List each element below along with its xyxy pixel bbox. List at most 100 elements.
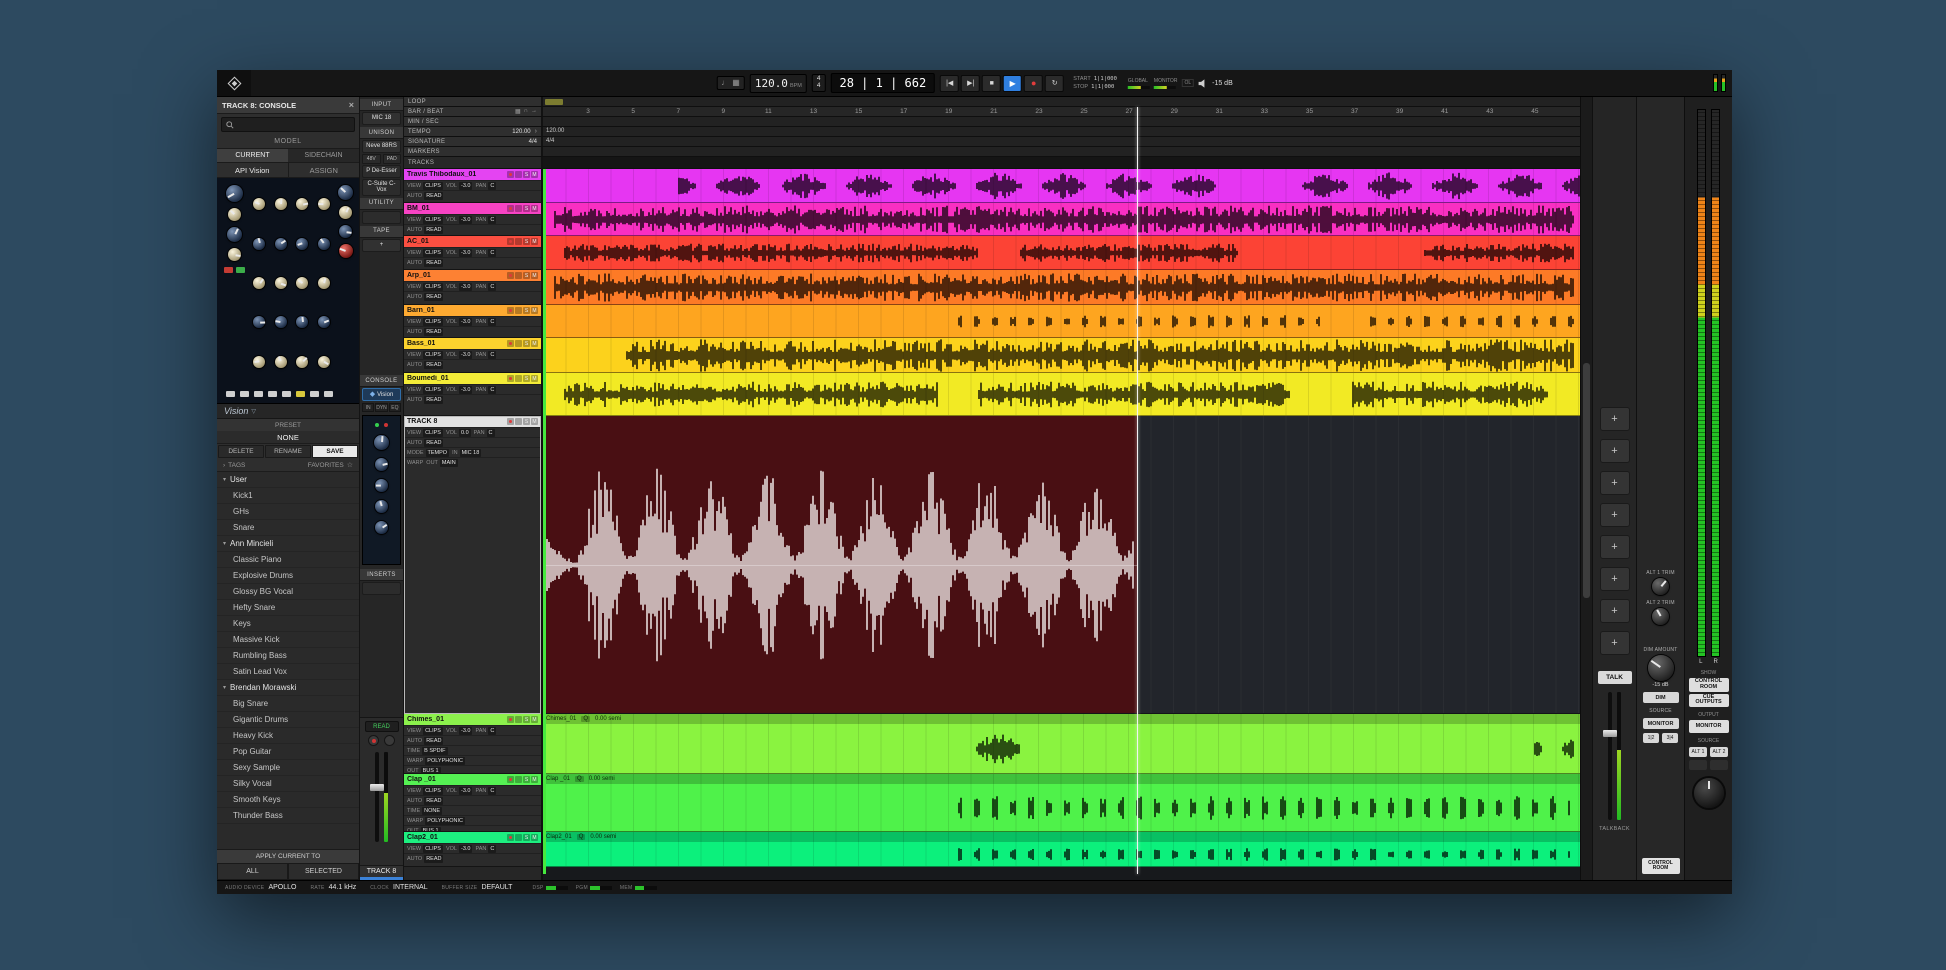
add-send-button[interactable]: + [1600,567,1630,591]
timeline-row-label-loop[interactable]: LOOP [404,97,543,106]
plugin-button[interactable] [282,391,291,397]
track-input-button[interactable] [515,340,522,347]
track-mute-button[interactable]: M [531,238,538,245]
favorites-label[interactable]: FAVORITES [308,462,344,469]
vertical-scrollbar[interactable] [1580,97,1592,880]
track-lane-11[interactable]: Clap2_01Q0.00 semi [543,832,1580,867]
knob[interactable] [253,356,265,368]
plugin-button[interactable] [254,391,263,397]
knob[interactable] [227,227,242,242]
track-solo-button[interactable]: S [523,834,530,841]
track-lane-1[interactable] [543,169,1580,203]
preset-item-glossy-bg-vocal[interactable]: Glossy BG Vocal [217,584,359,600]
knob[interactable] [228,248,241,261]
track-header-6[interactable]: Bass_01SMVIEWCLIPSVOL-3.0PANCAUTOREAD [404,338,541,373]
output-knob[interactable] [339,244,353,258]
track-lane-2[interactable] [543,203,1580,236]
track-record-button[interactable] [507,205,514,212]
preset-item-snare[interactable]: Snare [217,520,359,536]
go-to-start-button[interactable]: |◀ [940,75,959,92]
alt2-button[interactable]: ALT 2 [1710,747,1728,757]
track-record-button[interactable] [507,340,514,347]
ua-logo[interactable] [217,70,251,96]
pair-3-4-button[interactable]: 3|4 [1662,733,1678,743]
pair-1-2-button[interactable]: 1|2 [1643,733,1659,743]
knob[interactable] [253,198,265,210]
console-knob[interactable] [374,435,389,450]
alt1-trim-knob[interactable] [1652,578,1669,595]
magnet-icon[interactable]: ∩ [524,108,528,115]
console-tab-in[interactable]: IN [362,403,374,412]
track-lane-8[interactable] [543,416,1580,714]
talkback-fader[interactable] [1608,692,1621,820]
model-name[interactable]: API Vision [217,163,288,177]
knob[interactable] [275,277,287,289]
speaker-icon[interactable] [1198,79,1208,88]
preset-item-kick1[interactable]: Kick1 [217,488,359,504]
preset-item-big-snare[interactable]: Big Snare [217,696,359,712]
track-record-button[interactable] [507,776,514,783]
input-pad-button[interactable]: PAD [383,154,402,164]
console-knob[interactable] [375,458,388,471]
track-mute-button[interactable]: M [531,776,538,783]
talk-button[interactable]: TALK [1598,671,1632,684]
preset-item-keys[interactable]: Keys [217,616,359,632]
track-record-button[interactable] [507,375,514,382]
preset-current-value[interactable]: NONE [217,431,359,444]
tags-label[interactable]: TAGS [228,462,245,469]
dim-button[interactable]: DIM [1643,692,1679,703]
tags-caret-icon[interactable]: › [223,462,225,469]
track-solo-button[interactable]: S [523,238,530,245]
tab-sidechain[interactable]: SIDECHAIN [288,149,359,162]
preset-item-smooth-keys[interactable]: Smooth Keys [217,792,359,808]
tempo-display[interactable]: 120.0 BPM [750,74,807,93]
add-insert-button[interactable]: + [362,239,401,252]
clip-header[interactable]: Clap2_01Q0.00 semi [543,832,1580,842]
track-header-8[interactable]: TRACK 8SMVIEWCLIPSVOL0.0PANCAUTOREADMODE… [404,416,541,714]
track-input-button[interactable] [515,238,522,245]
track-header-10[interactable]: Clap _01SMVIEWCLIPSVOL-3.0PANCAUTOREADTI… [404,774,541,832]
assign-button[interactable]: ASSIGN [288,163,360,177]
knob[interactable] [318,356,330,368]
console-knob[interactable] [375,521,388,534]
track-record-button[interactable] [507,238,514,245]
add-send-button[interactable]: + [1600,631,1630,655]
preset-item-heavy-kick[interactable]: Heavy Kick [217,728,359,744]
track-header-5[interactable]: Barn_01SMVIEWCLIPSVOL-3.0PANCAUTOREAD [404,305,541,338]
position-display[interactable]: 28 | 1 | 662 [830,73,935,93]
track-mute-button[interactable]: M [531,171,538,178]
preset-group-user[interactable]: ▾User [217,472,359,488]
track-input-button[interactable] [515,375,522,382]
track-input-button[interactable] [515,272,522,279]
track-header-1[interactable]: Travis Thibodaux_01SMVIEWCLIPSVOL-3.0PAN… [404,169,541,203]
dim-amount-knob[interactable] [1648,655,1674,681]
tab-current[interactable]: CURRENT [217,149,288,162]
knob[interactable] [339,206,352,219]
timeline-row-label-tempo[interactable]: TEMPO120.00› [404,127,543,136]
track-solo-button[interactable]: S [523,205,530,212]
track-header-4[interactable]: Arp_01SMVIEWCLIPSVOL-3.0PANCAUTOREAD [404,270,541,305]
monitor-output-button[interactable]: MONITOR [1689,720,1729,733]
input-item[interactable]: C-Suite C-Vox [362,179,401,196]
fader-thumb[interactable] [370,784,384,791]
monitor-level-knob[interactable] [1694,778,1724,808]
track-solo-button[interactable]: S [523,272,530,279]
apply-all-button[interactable]: ALL [217,863,288,880]
phase-button[interactable] [236,267,245,273]
preset-item-explosive-drums[interactable]: Explosive Drums [217,568,359,584]
plugin-button[interactable] [296,391,305,397]
preset-group-brendan-morawski[interactable]: ▾Brendan Morawski [217,680,359,696]
clip-header[interactable]: Clap _01Q0.00 semi [543,774,1580,784]
plugin-button[interactable] [268,391,277,397]
search-input[interactable] [221,117,355,132]
track-input-button[interactable] [515,205,522,212]
track-header-3[interactable]: AC_01SMVIEWCLIPSVOL-3.0PANCAUTOREAD [404,236,541,270]
knob[interactable] [228,208,241,221]
knob[interactable] [296,277,308,289]
preset-item-sexy-sample[interactable]: Sexy Sample [217,760,359,776]
talkback-fader-thumb[interactable] [1603,730,1617,737]
playhead[interactable] [1137,107,1139,874]
add-send-button[interactable]: + [1600,439,1630,463]
power-button[interactable] [224,267,233,273]
channel-fader[interactable] [375,752,388,842]
